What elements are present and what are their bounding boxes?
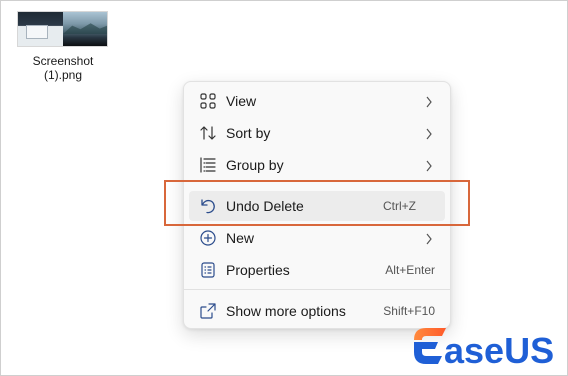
menu-item-group-by[interactable]: Group by (189, 150, 445, 180)
shortcut-text: Alt+Enter (385, 263, 435, 277)
grid-view-icon (199, 92, 217, 110)
group-list-icon (199, 156, 217, 174)
menu-item-label: Properties (226, 262, 290, 278)
menu-item-label: Group by (226, 157, 284, 173)
menu-item-properties[interactable]: Properties Alt+Enter (189, 255, 445, 285)
svg-text:aseUS: aseUS (444, 330, 554, 370)
menu-item-label: Sort by (226, 125, 271, 141)
menu-item-view[interactable]: View (189, 86, 445, 116)
share-box-icon (199, 302, 217, 320)
chevron-right-icon (425, 232, 433, 245)
menu-separator (184, 289, 450, 290)
file-name-label: Screenshot (1).png (32, 54, 94, 82)
menu-item-new[interactable]: New (189, 223, 445, 253)
desktop-file-icon[interactable]: Screenshot (1).png (14, 8, 112, 82)
chevron-right-icon (425, 95, 433, 108)
menu-item-show-more-options[interactable]: Show more options Shift+F10 (189, 296, 445, 326)
properties-icon (199, 261, 217, 279)
easeus-logo: aseUS (408, 322, 562, 370)
menu-item-sort-by[interactable]: Sort by (189, 118, 445, 148)
shortcut-text: Shift+F10 (383, 304, 435, 318)
image-thumbnail (17, 11, 108, 47)
plus-circle-icon (199, 229, 217, 247)
chevron-right-icon (425, 127, 433, 140)
menu-item-label: View (226, 93, 257, 109)
chevron-right-icon (425, 159, 433, 172)
sort-icon (199, 124, 217, 142)
menu-item-label: New (226, 230, 255, 246)
menu-item-label: Show more options (226, 303, 346, 319)
highlight-box (164, 180, 470, 226)
